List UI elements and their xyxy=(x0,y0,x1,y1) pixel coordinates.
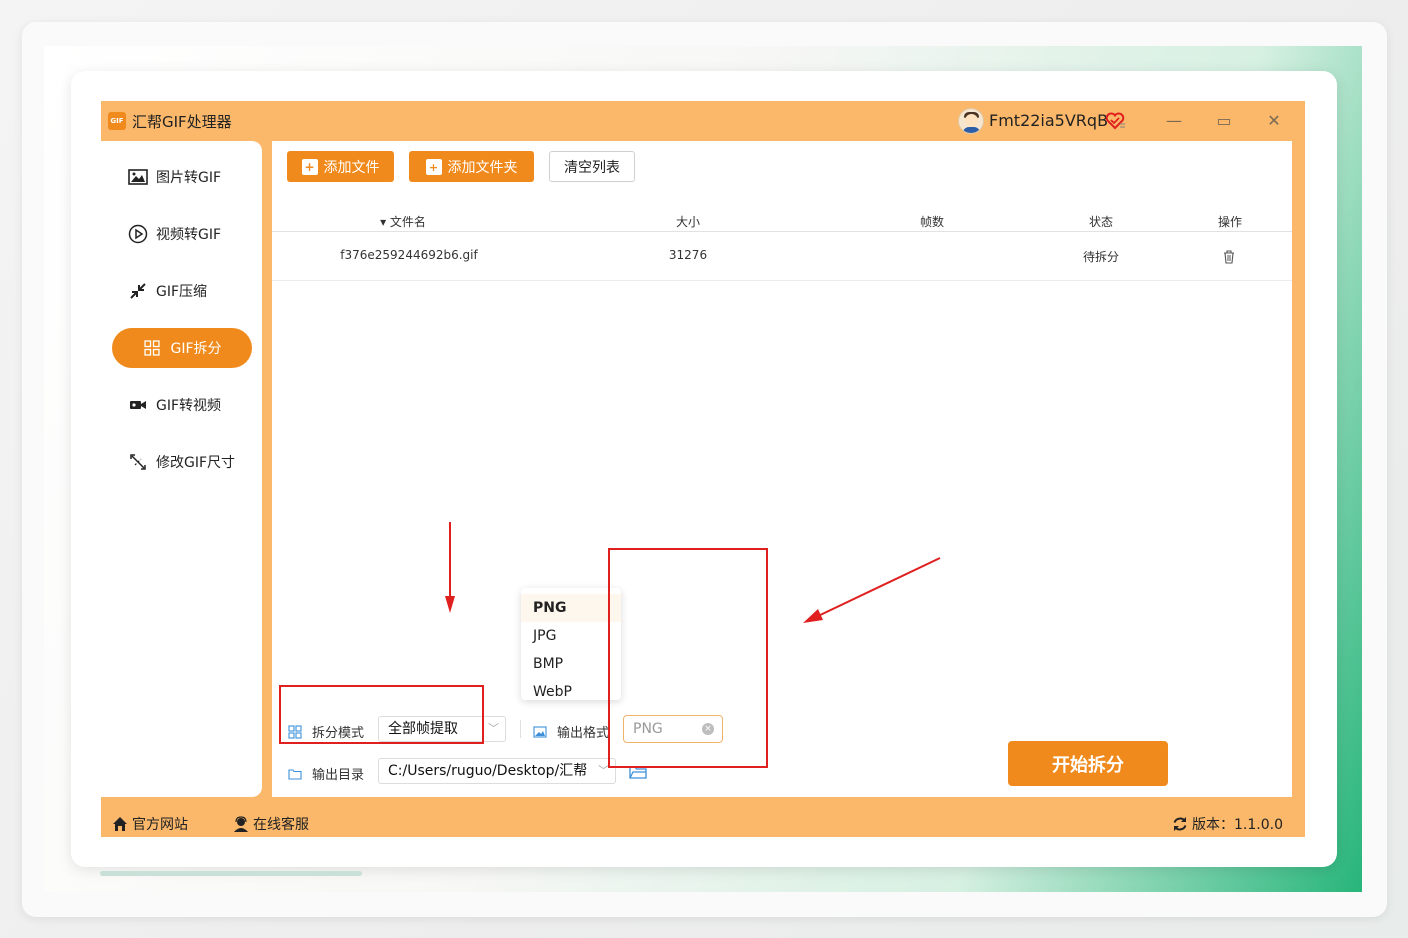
app-logo-icon: GIF xyxy=(108,112,126,130)
vip-heart-icon[interactable] xyxy=(1105,111,1125,131)
sidebar-item-image-to-gif[interactable]: 图片转GIF xyxy=(112,157,252,197)
maximize-button[interactable]: ▭ xyxy=(1212,109,1236,133)
version-info[interactable]: 版本：1.1.0.0 xyxy=(1172,814,1283,834)
website-label: 官方网站 xyxy=(132,817,188,833)
divider xyxy=(520,720,521,738)
table-header: ▾ 文件名 大小 帧数 状态 操作 xyxy=(272,209,1292,232)
output-dir-select[interactable]: C:/Users/ruguo/Desktop/汇帮 ﹀ xyxy=(378,758,616,784)
minimize-button[interactable]: — xyxy=(1162,109,1186,133)
sidebar-item-gif-split[interactable]: GIF拆分 xyxy=(112,328,252,368)
sidebar-item-resize-gif[interactable]: 修改GIF尺寸 xyxy=(112,442,252,482)
add-folder-icon xyxy=(425,158,442,175)
sidebar-item-label: GIF拆分 xyxy=(170,341,222,357)
trash-icon[interactable] xyxy=(1223,250,1235,264)
dropdown-option-webp[interactable]: WebP xyxy=(521,678,621,706)
avatar[interactable] xyxy=(958,108,984,134)
refresh-icon xyxy=(1173,817,1187,831)
home-icon xyxy=(113,817,127,831)
column-header-actions: 操作 xyxy=(1217,215,1243,229)
play-circle-icon xyxy=(128,224,148,244)
output-format-text: 输出格式 xyxy=(557,726,610,741)
sidebar-item-gif-compress[interactable]: GIF压缩 xyxy=(112,271,252,311)
close-button[interactable]: ✕ xyxy=(1262,109,1286,133)
app-title: 汇帮GIF处理器 xyxy=(132,113,232,131)
column-header-status: 状态 xyxy=(1088,215,1114,229)
add-folder-label: 添加文件夹 xyxy=(447,159,518,176)
start-split-button[interactable]: 开始拆分 xyxy=(1008,741,1168,786)
annotation-box-split-mode xyxy=(279,685,484,744)
compress-icon xyxy=(128,281,148,301)
sidebar-item-gif-to-video[interactable]: GIF转视频 xyxy=(112,385,252,425)
online-support-link[interactable]: 在线客服 xyxy=(233,814,309,834)
support-label: 在线客服 xyxy=(253,817,309,833)
footer: 官方网站 在线客服 版本：1.1.0.0 xyxy=(101,807,1305,837)
sidebar-item-label: 修改GIF尺寸 xyxy=(156,455,236,471)
sidebar-item-label: 图片转GIF xyxy=(156,170,222,186)
resize-icon xyxy=(128,452,148,472)
output-dir-label: 输出目录 xyxy=(288,764,364,783)
version-label: 版本：1.1.0.0 xyxy=(1192,817,1283,833)
column-header-frames: 帧数 xyxy=(919,215,945,229)
dropdown-option-bmp[interactable]: BMP xyxy=(521,650,621,678)
scroll-indicator xyxy=(100,871,362,876)
username[interactable]: Fmt22ia5VRqB xyxy=(989,111,1108,130)
image-icon xyxy=(533,725,547,738)
annotation-box-output-format xyxy=(608,548,768,768)
dropdown-option-png[interactable]: PNG xyxy=(521,594,621,622)
chevron-down-icon: ﹀ xyxy=(488,722,499,735)
format-dropdown[interactable]: PNG JPG BMP WebP xyxy=(521,588,621,700)
clear-list-label: 清空列表 xyxy=(564,159,620,176)
row-size: 31276 xyxy=(668,248,708,262)
row-status: 待拆分 xyxy=(1082,250,1120,264)
column-header-filename[interactable]: ▾ 文件名 xyxy=(380,213,426,230)
table-row[interactable]: f376e259244692b6.gif 31276 待拆分 xyxy=(272,233,1292,281)
sidebar-item-label: GIF转视频 xyxy=(156,398,222,414)
output-dir-value: C:/Users/ruguo/Desktop/汇帮 xyxy=(388,763,588,779)
dropdown-option-jpg[interactable]: JPG xyxy=(521,622,621,650)
add-file-icon xyxy=(301,158,318,175)
image-icon xyxy=(128,167,148,187)
video-camera-icon xyxy=(128,395,148,415)
title-bar: GIF 汇帮GIF处理器 Fmt22ia5VRqB — ▭ ✕ xyxy=(101,101,1305,141)
split-grid-icon xyxy=(142,338,162,358)
folder-icon xyxy=(288,768,302,780)
column-header-size: 大小 xyxy=(675,215,701,229)
sidebar-item-label: GIF压缩 xyxy=(156,284,208,300)
sidebar: 图片转GIF 视频转GIF GIF压缩 GIF拆分 GIF转视频 修改GIF尺寸 xyxy=(101,141,262,797)
add-file-label: 添加文件 xyxy=(323,159,380,176)
output-dir-text: 输出目录 xyxy=(312,768,365,783)
support-agent-icon xyxy=(234,816,248,832)
add-file-button[interactable]: 添加文件 xyxy=(287,151,394,182)
official-website-link[interactable]: 官方网站 xyxy=(112,814,188,834)
clear-list-button[interactable]: 清空列表 xyxy=(549,151,635,182)
sidebar-item-label: 视频转GIF xyxy=(156,227,222,243)
output-format-label: 输出格式 xyxy=(533,722,609,741)
add-folder-button[interactable]: 添加文件夹 xyxy=(409,151,534,182)
row-filename: f376e259244692b6.gif xyxy=(340,248,478,262)
sidebar-item-video-to-gif[interactable]: 视频转GIF xyxy=(112,214,252,254)
